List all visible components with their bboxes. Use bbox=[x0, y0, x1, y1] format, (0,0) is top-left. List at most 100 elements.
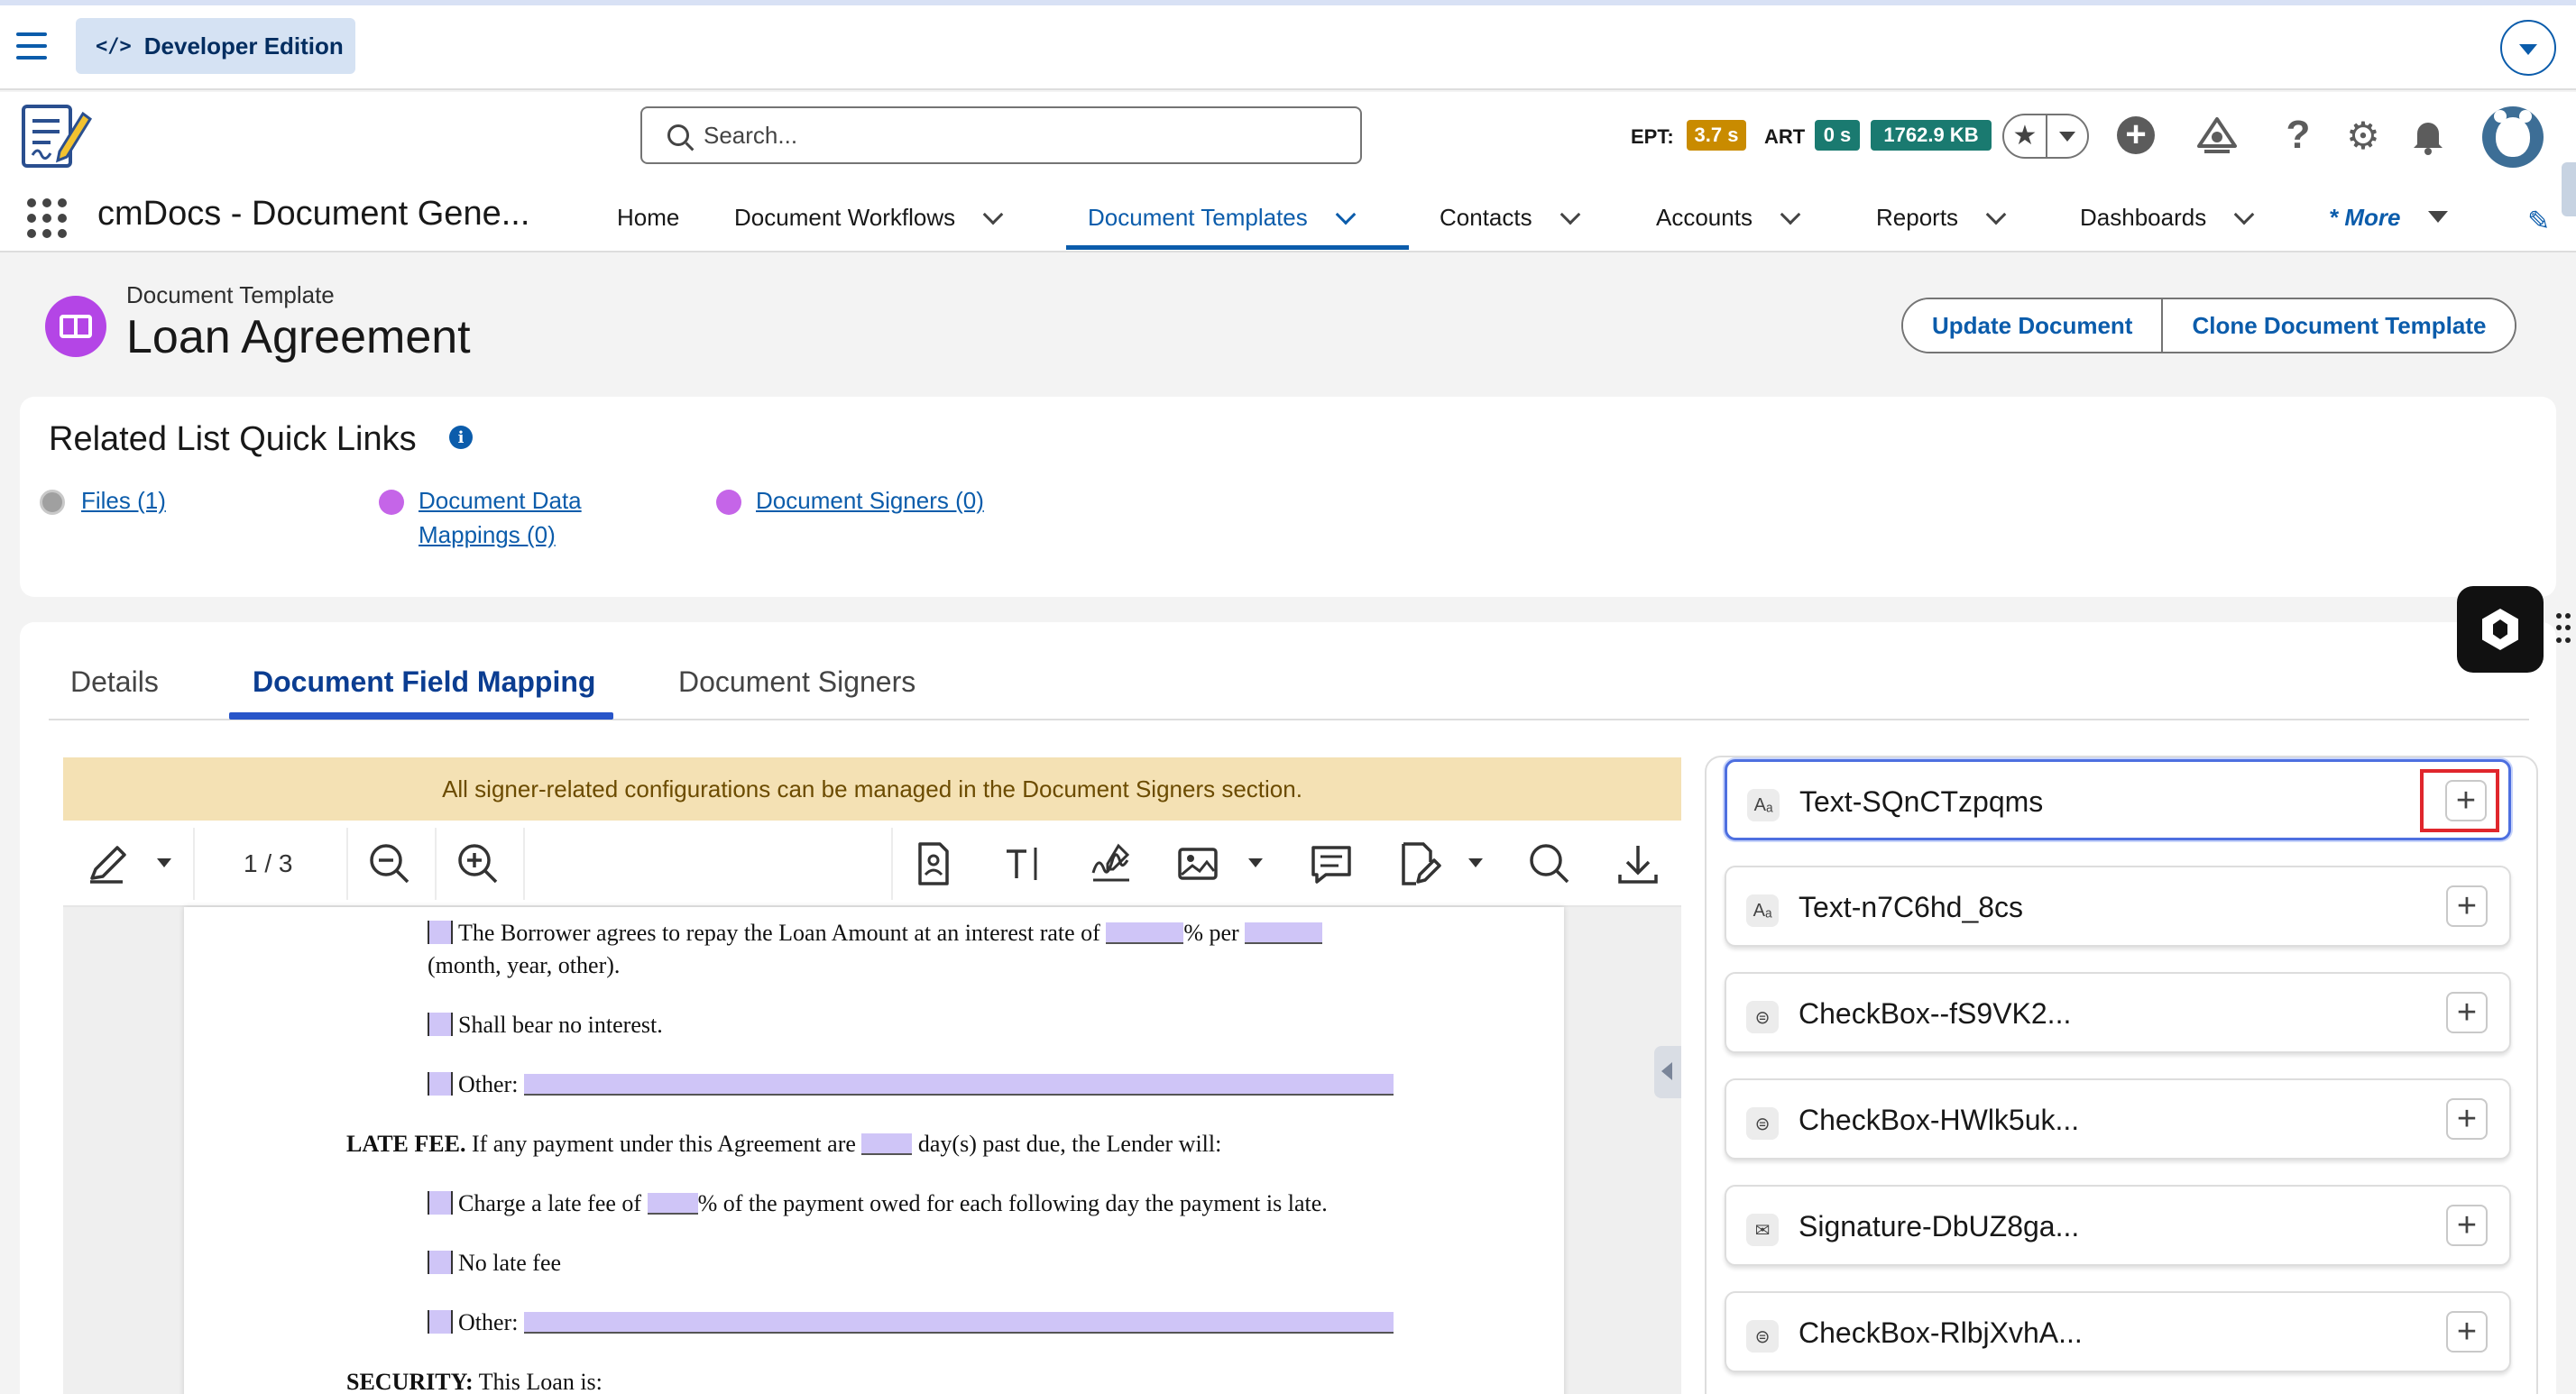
floating-assistant-button[interactable] bbox=[2457, 586, 2544, 673]
app-launcher-icon[interactable] bbox=[27, 198, 67, 238]
chevron-down-icon[interactable] bbox=[982, 204, 1004, 225]
add-field-button[interactable]: + bbox=[2446, 1311, 2488, 1353]
zoom-out-icon[interactable] bbox=[364, 839, 415, 889]
add-field-button[interactable]: + bbox=[2446, 992, 2488, 1033]
field-card-checkbox-fs9vk2[interactable]: ⊜ CheckBox--fS9VK2... + bbox=[1725, 972, 2511, 1053]
gear-icon[interactable]: ⚙ bbox=[2340, 112, 2387, 159]
form-checkbox[interactable] bbox=[428, 1013, 453, 1036]
drag-handle-icon[interactable] bbox=[2556, 613, 2571, 646]
comment-icon[interactable] bbox=[1306, 839, 1357, 889]
form-text-field[interactable] bbox=[1106, 922, 1184, 944]
field-card-text-sqnctzpqms[interactable]: Aₐ Text-SQnCTzpqms + bbox=[1725, 759, 2511, 840]
bell-icon[interactable] bbox=[2405, 112, 2452, 159]
chevron-down-icon[interactable] bbox=[1248, 858, 1263, 867]
nav-item-dashboards[interactable]: Dashboards bbox=[2080, 204, 2255, 232]
pen-annotate-icon[interactable] bbox=[83, 839, 133, 889]
chevron-down-icon[interactable] bbox=[1780, 204, 1801, 225]
document-properties-icon[interactable] bbox=[907, 839, 958, 889]
nav-item-document-templates[interactable]: Document Templates bbox=[1088, 204, 1357, 232]
favorites-button-group[interactable]: ★ bbox=[2002, 114, 2089, 159]
doc-line-no-late-fee: No late fee bbox=[428, 1250, 561, 1277]
developer-edition-badge[interactable]: </> Developer Edition bbox=[76, 18, 355, 74]
field-card-checkbox-rlbjxvha[interactable]: ⊜ CheckBox-RlbjXvhA... + bbox=[1725, 1291, 2511, 1372]
doc-text: Shall bear no interest. bbox=[458, 1012, 663, 1038]
chevron-down-icon[interactable] bbox=[2047, 132, 2087, 142]
field-card-text-n7c6hd[interactable]: Aₐ Text-n7C6hd_8cs + bbox=[1725, 866, 2511, 947]
doc-line-security: SECURITY: This Loan is: bbox=[346, 1369, 603, 1394]
clone-document-template-button[interactable]: Clone Document Template bbox=[2161, 299, 2516, 352]
form-text-field[interactable] bbox=[1245, 922, 1323, 944]
tab-details[interactable]: Details bbox=[70, 665, 159, 699]
chevron-down-icon[interactable] bbox=[1985, 204, 2007, 225]
tab-document-signers[interactable]: Document Signers bbox=[678, 665, 915, 699]
quick-link-label[interactable]: Document Data bbox=[419, 483, 582, 518]
edit-nav-pencil-icon[interactable]: ✎ bbox=[2527, 206, 2550, 237]
form-checkbox[interactable] bbox=[428, 1251, 453, 1274]
form-checkbox[interactable] bbox=[428, 921, 453, 944]
form-checkbox[interactable] bbox=[428, 1310, 453, 1334]
nav-item-reports[interactable]: Reports bbox=[1876, 204, 2007, 232]
quick-link-label[interactable]: Document Signers (0) bbox=[756, 483, 984, 518]
chevron-down-icon[interactable] bbox=[1559, 204, 1580, 225]
form-text-field[interactable] bbox=[523, 1312, 1394, 1334]
add-field-button[interactable]: + bbox=[2446, 1205, 2488, 1246]
star-icon[interactable]: ★ bbox=[2004, 115, 2047, 157]
art-value-badge: 0 s bbox=[1815, 120, 1860, 151]
quick-link-files[interactable]: Files (1) bbox=[81, 483, 166, 518]
ept-value-badge: 3.7 s bbox=[1687, 120, 1746, 151]
quick-link-document-signers[interactable]: Document Signers (0) bbox=[756, 483, 984, 518]
chevron-down-icon[interactable] bbox=[1335, 204, 1357, 225]
doc-text: % per bbox=[1183, 920, 1239, 946]
field-card-signature-dbuz8ga[interactable]: ✉ Signature-DbUZ8ga... + bbox=[1725, 1185, 2511, 1266]
quick-link-label[interactable]: Mappings (0) bbox=[419, 518, 582, 552]
user-avatar[interactable] bbox=[2482, 106, 2544, 168]
form-text-field[interactable] bbox=[861, 1133, 913, 1155]
signature-tool-icon[interactable] bbox=[1086, 839, 1136, 889]
doc-text: This Loan is: bbox=[478, 1369, 603, 1394]
search-input[interactable] bbox=[704, 121, 1317, 150]
form-checkbox[interactable] bbox=[428, 1072, 453, 1096]
help-icon[interactable]: ? bbox=[2275, 112, 2322, 159]
chevron-down-icon[interactable] bbox=[1468, 858, 1483, 867]
toggle-icon: ⊜ bbox=[1746, 1001, 1779, 1033]
panel-collapse-handle[interactable] bbox=[1654, 1046, 1681, 1098]
nav-more-label: * More bbox=[2329, 204, 2401, 231]
quick-link-label[interactable]: Files (1) bbox=[81, 483, 166, 518]
info-icon[interactable]: i bbox=[449, 426, 473, 449]
chevron-down-icon[interactable] bbox=[2428, 211, 2448, 223]
field-card-checkbox-hwlk5uk[interactable]: ⊜ CheckBox-HWlk5uk... + bbox=[1725, 1078, 2511, 1160]
toolbar-divider bbox=[523, 828, 525, 900]
chevron-down-icon[interactable] bbox=[157, 858, 171, 867]
field-name: Text-SQnCTzpqms bbox=[1799, 785, 2044, 818]
form-checkbox[interactable] bbox=[428, 1191, 453, 1215]
hamburger-menu-icon[interactable] bbox=[16, 32, 47, 60]
nav-item-document-workflows[interactable]: Document Workflows bbox=[734, 204, 1004, 232]
side-panel-tab[interactable] bbox=[2562, 162, 2576, 216]
download-icon[interactable] bbox=[1613, 839, 1663, 889]
app-name: cmDocs - Document Gene... bbox=[97, 195, 530, 233]
update-document-button[interactable]: Update Document bbox=[1903, 299, 2162, 352]
search-document-icon[interactable] bbox=[1524, 839, 1575, 889]
form-text-field[interactable] bbox=[647, 1193, 698, 1215]
trailhead-icon[interactable] bbox=[2194, 112, 2240, 159]
text-tool-icon[interactable] bbox=[998, 839, 1048, 889]
quick-link-document-data-mappings[interactable]: Document Data Mappings (0) bbox=[419, 483, 582, 552]
global-search[interactable] bbox=[640, 106, 1362, 164]
nav-item-contacts[interactable]: Contacts bbox=[1440, 204, 1580, 232]
top-dropdown-button[interactable] bbox=[2500, 20, 2556, 76]
doc-text: If any payment under this Agreement are bbox=[471, 1131, 856, 1157]
add-field-button[interactable]: + bbox=[2445, 780, 2487, 821]
image-tool-icon[interactable] bbox=[1173, 839, 1223, 889]
global-actions-button[interactable]: + bbox=[2112, 112, 2159, 159]
add-field-button[interactable]: + bbox=[2446, 1098, 2488, 1140]
zoom-in-icon[interactable] bbox=[453, 839, 503, 889]
chevron-down-icon[interactable] bbox=[2233, 204, 2255, 225]
edit-document-icon[interactable] bbox=[1393, 839, 1443, 889]
nav-more-menu[interactable]: * More bbox=[2329, 204, 2400, 232]
nav-item-accounts[interactable]: Accounts bbox=[1656, 204, 1801, 232]
form-text-field[interactable] bbox=[523, 1074, 1394, 1096]
code-icon: </> bbox=[96, 34, 132, 58]
tab-document-field-mapping[interactable]: Document Field Mapping bbox=[253, 665, 595, 699]
add-field-button[interactable]: + bbox=[2446, 885, 2488, 927]
nav-item-home[interactable]: Home bbox=[617, 204, 679, 232]
